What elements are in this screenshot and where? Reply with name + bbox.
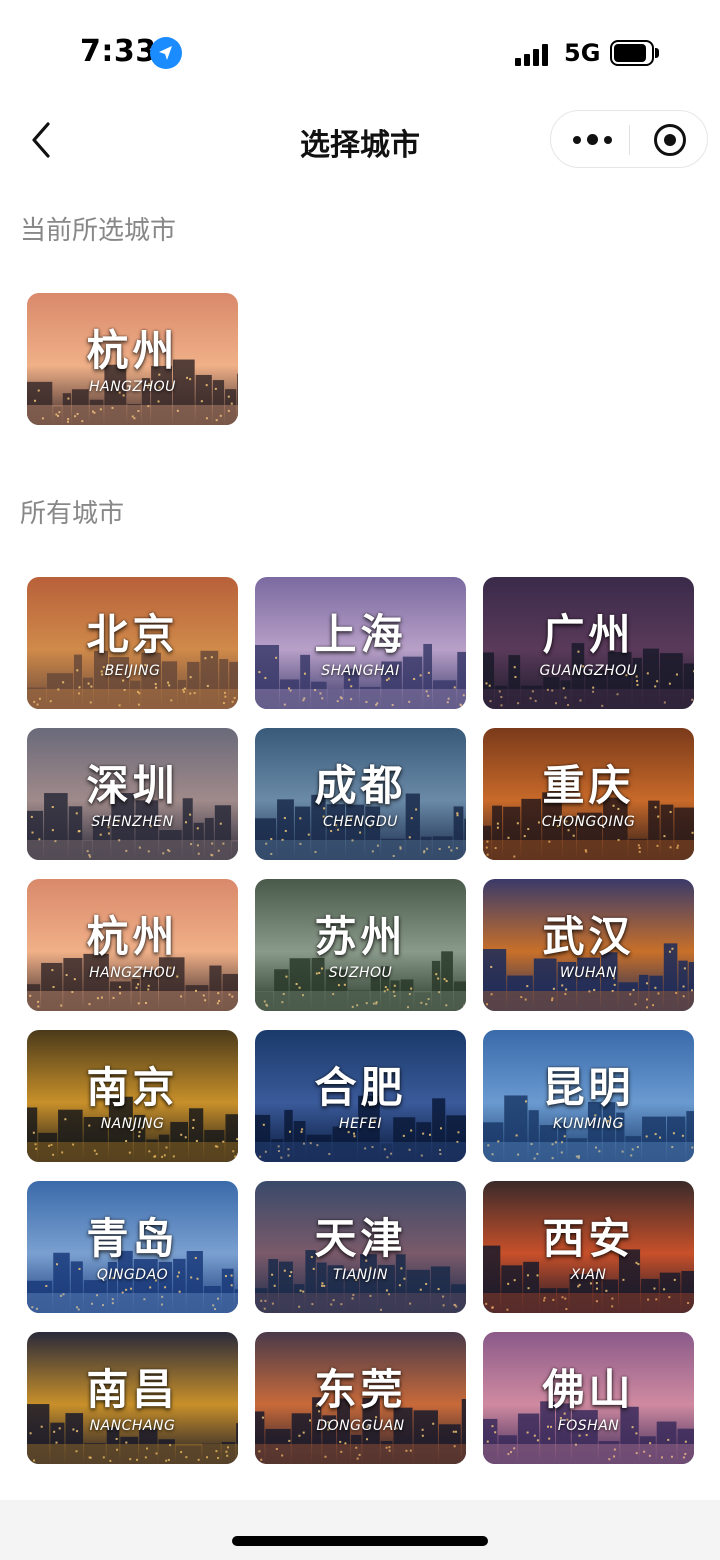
close-button[interactable]	[637, 111, 703, 169]
current-city-label: 当前所选城市	[20, 216, 177, 246]
city-card-foshan[interactable]: 佛山 FOSHAN	[483, 1332, 694, 1464]
city-name: 北京	[86, 610, 179, 659]
city-pinyin: BEIJING	[104, 663, 161, 679]
city-card-tianjin[interactable]: 天津 TIANJIN	[255, 1181, 466, 1313]
city-card-hefei[interactable]: 合肥 HEFEI	[255, 1030, 466, 1162]
city-pinyin: TIANJIN	[333, 1267, 388, 1283]
cellular-signal-icon	[515, 42, 555, 66]
city-card-shanghai[interactable]: 上海 SHANGHAI	[255, 577, 466, 709]
city-pinyin: XIAN	[570, 1267, 607, 1283]
city-name: 西安	[542, 1214, 635, 1263]
network-label: 5G	[564, 39, 601, 67]
city-name: 南昌	[86, 1365, 179, 1414]
city-card-nanchang[interactable]: 南昌 NANCHANG	[27, 1332, 238, 1464]
city-pinyin: SHENZHEN	[91, 814, 174, 830]
city-name: 深圳	[86, 761, 179, 810]
more-button[interactable]	[559, 111, 627, 169]
city-card-xian[interactable]: 西安 XIAN	[483, 1181, 694, 1313]
city-pinyin: CHONGQING	[541, 814, 636, 830]
city-name: 南京	[86, 1063, 179, 1112]
status-time: 7:33	[80, 34, 157, 69]
city-card-suzhou[interactable]: 苏州 SUZHOU	[255, 879, 466, 1011]
city-card-beijing[interactable]: 北京 BEIJING	[27, 577, 238, 709]
city-name: 昆明	[542, 1063, 635, 1112]
mini-program-capsule	[550, 110, 708, 168]
city-pinyin: WUHAN	[559, 965, 618, 981]
city-name: 东莞	[314, 1365, 407, 1414]
city-pinyin: FOSHAN	[557, 1418, 620, 1434]
city-pinyin: NANJING	[100, 1116, 165, 1132]
city-name: 苏州	[314, 912, 407, 961]
current-city-card[interactable]: 杭州 HANGZHOU	[27, 293, 238, 425]
city-name: 杭州	[86, 912, 179, 961]
bottom-area	[0, 1500, 720, 1560]
more-dots-icon	[573, 136, 581, 144]
city-card-hangzhou[interactable]: 杭州 HANGZHOU	[27, 879, 238, 1011]
city-pinyin: SHANGHAI	[321, 663, 400, 679]
city-name: 天津	[314, 1214, 407, 1263]
city-name: 佛山	[542, 1365, 635, 1414]
city-pinyin: GUANGZHOU	[539, 663, 638, 679]
city-pinyin: HANGZHOU	[89, 965, 176, 981]
city-name: 合肥	[314, 1063, 407, 1112]
all-cities-label: 所有城市	[20, 499, 125, 529]
city-name: 重庆	[542, 761, 635, 810]
city-pinyin: KUNMING	[553, 1116, 624, 1132]
city-name: 成都	[314, 761, 407, 810]
city-card-dongguan[interactable]: 东莞 DONGGUAN	[255, 1332, 466, 1464]
battery-icon	[610, 40, 659, 66]
city-card-guangzhou[interactable]: 广州 GUANGZHOU	[483, 577, 694, 709]
city-name: 上海	[314, 610, 407, 659]
city-card-kunming[interactable]: 昆明 KUNMING	[483, 1030, 694, 1162]
city-name: 青岛	[86, 1214, 179, 1263]
city-card-qingdao[interactable]: 青岛 QINGDAO	[27, 1181, 238, 1313]
city-pinyin: CHENGDU	[323, 814, 398, 830]
city-name: 武汉	[542, 912, 635, 961]
city-card-chongqing[interactable]: 重庆 CHONGQING	[483, 728, 694, 860]
city-card-nanjing[interactable]: 南京 NANJING	[27, 1030, 238, 1162]
city-card-chengdu[interactable]: 成都 CHENGDU	[255, 728, 466, 860]
city-name: 广州	[542, 610, 635, 659]
city-card-wuhan[interactable]: 武汉 WUHAN	[483, 879, 694, 1011]
city-pinyin: DONGGUAN	[316, 1418, 405, 1434]
city-pinyin: NANCHANG	[89, 1418, 176, 1434]
home-indicator[interactable]	[232, 1536, 488, 1546]
capsule-divider	[629, 125, 630, 155]
city-name: 杭州	[86, 326, 179, 375]
location-arrow-icon	[150, 37, 182, 69]
city-card-shenzhen[interactable]: 深圳 SHENZHEN	[27, 728, 238, 860]
status-bar: 7:33 5G	[0, 0, 720, 100]
city-pinyin: SUZHOU	[328, 965, 393, 981]
city-pinyin: QINGDAO	[96, 1267, 169, 1283]
city-pinyin: HANGZHOU	[89, 379, 176, 395]
city-pinyin: HEFEI	[339, 1116, 382, 1132]
nav-bar: 选择城市	[0, 100, 720, 180]
